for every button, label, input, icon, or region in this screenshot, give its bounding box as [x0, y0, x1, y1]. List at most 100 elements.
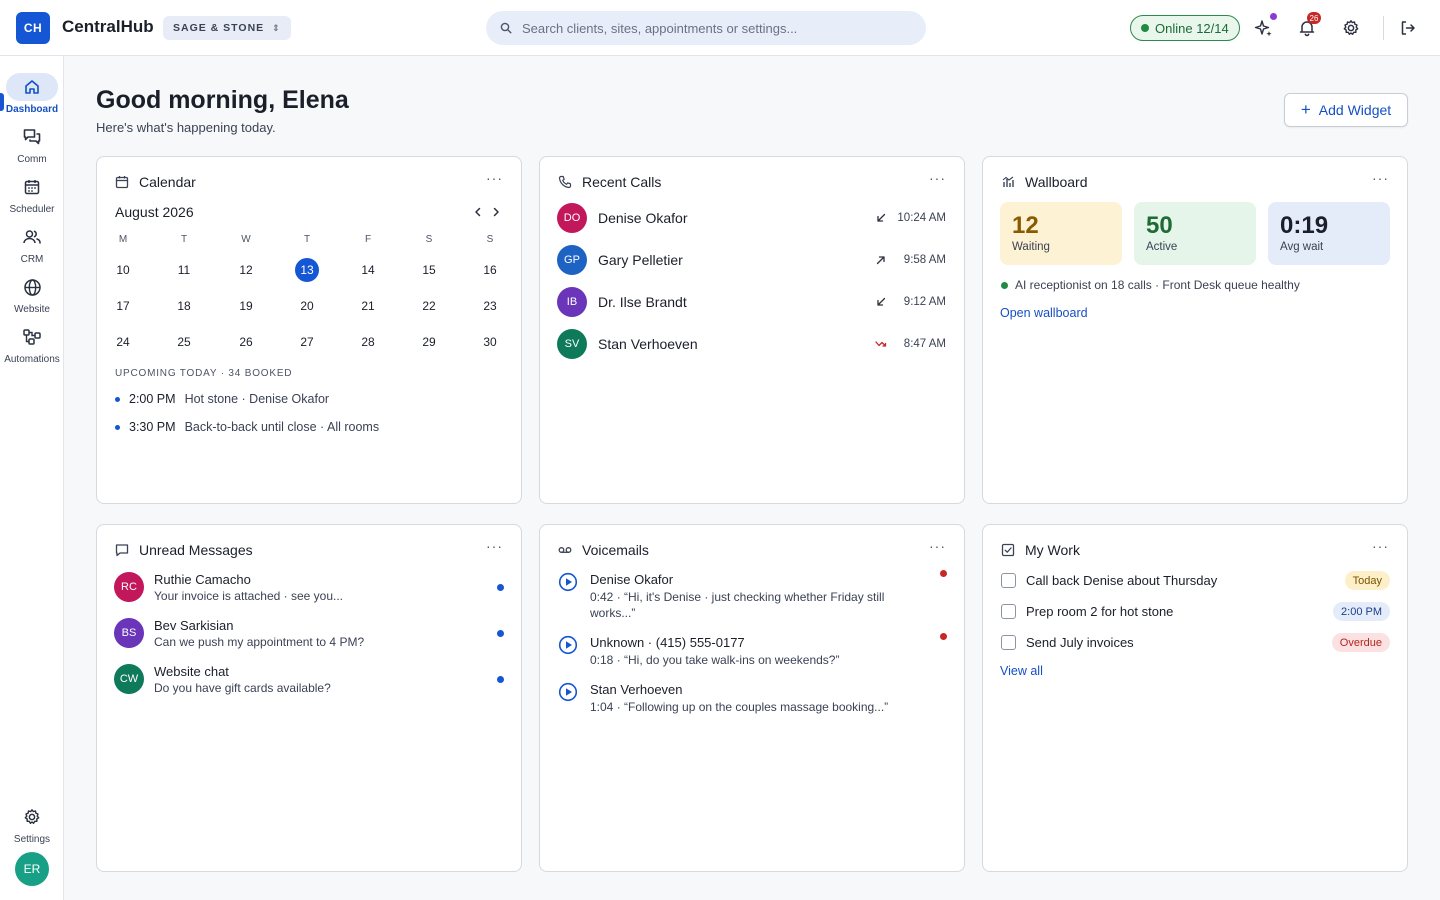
global-search[interactable] — [486, 11, 926, 45]
prev-month-button[interactable] — [469, 203, 487, 221]
more-options-icon[interactable]: ··· — [929, 539, 946, 553]
home-icon — [6, 73, 58, 101]
play-icon[interactable] — [558, 635, 578, 655]
plus-icon: + — [1300, 100, 1311, 119]
task-checkbox[interactable] — [1001, 635, 1016, 650]
appointment-time: 3:30 PM — [129, 420, 176, 434]
sidebar-item-dashboard[interactable]: Dashboard — [0, 73, 64, 119]
sidebar-item-scheduler[interactable]: Scheduler — [0, 173, 64, 219]
sidebar-item-settings[interactable]: Settings — [0, 803, 64, 849]
globe-icon — [6, 273, 58, 301]
gear-icon — [1343, 20, 1359, 35]
calendar-day[interactable]: 27 — [295, 330, 319, 354]
flow-icon — [6, 323, 58, 351]
incoming-call-icon — [874, 295, 888, 309]
appointment-item[interactable]: 2:00 PM Hot stone · Denise Okafor — [115, 392, 329, 406]
avatar: CW — [114, 664, 144, 694]
calendar-day[interactable]: 28 — [356, 330, 380, 354]
add-widget-button[interactable]: + Add Widget — [1284, 93, 1408, 127]
next-month-button[interactable] — [487, 203, 505, 221]
calendar-day[interactable]: 25 — [172, 330, 196, 354]
message-preview: Your invoice is attached · see you... — [154, 589, 343, 603]
task-due-badge: Today — [1344, 571, 1390, 590]
avatar: IB — [557, 287, 587, 317]
caller-name: Denise Okafor — [598, 210, 688, 226]
org-switcher[interactable]: SAGE & STONE ⇕ — [163, 16, 291, 40]
call-time: 10:24 AM — [897, 212, 946, 224]
more-options-icon[interactable]: ··· — [1372, 171, 1389, 185]
calendar-day[interactable]: 19 — [234, 294, 258, 318]
play-icon[interactable] — [558, 572, 578, 592]
task-checkbox[interactable] — [1001, 604, 1016, 619]
avatar: BS — [114, 618, 144, 648]
search-input[interactable] — [522, 20, 902, 36]
sidebar: Dashboard Comm Scheduler CRM Website Aut… — [0, 56, 64, 900]
voicemail-caller: Unknown · (415) 555-0177 — [590, 635, 745, 650]
settings-button[interactable] — [1339, 16, 1363, 40]
weekday-header: S — [486, 234, 494, 245]
calendar-day[interactable]: 18 — [172, 294, 196, 318]
caller-name: Stan Verhoeven — [598, 336, 698, 352]
page-subtitle: Here's what's happening today. — [96, 120, 276, 135]
calendar-day[interactable]: 22 — [417, 294, 441, 318]
calendar-day[interactable]: 14 — [356, 258, 380, 282]
calendar-day[interactable]: 29 — [417, 330, 441, 354]
notifications-button[interactable]: 26 — [1295, 12, 1321, 40]
agent-status-badge[interactable]: Online 12/14 — [1130, 15, 1240, 41]
play-icon[interactable] — [558, 682, 578, 702]
open-wallboard-link[interactable]: Open wallboard — [1000, 306, 1088, 320]
appointment-bullet — [115, 424, 120, 430]
appointment-item[interactable]: 3:30 PM Back-to-back until close · All r… — [115, 420, 379, 434]
voicemail-caller: Stan Verhoeven — [590, 682, 683, 697]
user-avatar[interactable]: ER — [15, 852, 49, 886]
calendar-day[interactable]: 23 — [478, 294, 502, 318]
sidebar-item-comm[interactable]: Comm — [0, 123, 64, 169]
missed-call-icon — [874, 337, 888, 351]
task-due-badge: 2:00 PM — [1333, 602, 1390, 621]
ai-indicator-dot — [1270, 13, 1277, 20]
people-icon — [6, 223, 58, 251]
calendar-day[interactable]: 17 — [111, 294, 135, 318]
more-options-icon[interactable]: ··· — [486, 539, 503, 553]
calendar-day[interactable]: 12 — [234, 258, 258, 282]
calendar-day[interactable]: 16 — [478, 258, 502, 282]
calendar-icon — [115, 176, 129, 189]
stat-label: Avg wait — [1280, 241, 1324, 253]
calendar-day-today[interactable]: 13 — [295, 258, 319, 282]
stat-avg-wait[interactable]: 0:19 Avg wait — [1268, 202, 1390, 265]
stat-active[interactable]: 50 Active — [1134, 202, 1256, 265]
sidebar-item-label: Comm — [17, 154, 47, 165]
sidebar-item-automations[interactable]: Automations — [0, 323, 64, 369]
voicemail-transcript: 1:04 · “Following up on the couples mass… — [590, 700, 889, 714]
org-name: SAGE & STONE — [173, 22, 265, 34]
ai-assistant-button[interactable] — [1252, 13, 1277, 40]
calendar-day[interactable]: 20 — [295, 294, 319, 318]
voicemail-icon — [558, 547, 572, 553]
calendar-day[interactable]: 15 — [417, 258, 441, 282]
calendar-day[interactable]: 24 — [111, 330, 135, 354]
voicemail-transcript: 0:42 · “Hi, it's Denise · just checking … — [590, 590, 885, 620]
calendar-day[interactable]: 21 — [356, 294, 380, 318]
view-all-link[interactable]: View all — [1000, 664, 1043, 678]
more-options-icon[interactable]: ··· — [929, 171, 946, 185]
sender-name: Bev Sarkisian — [154, 618, 234, 633]
calendar-day[interactable]: 11 — [172, 258, 196, 282]
caller-name: Gary Pelletier — [598, 252, 683, 268]
task-checkbox[interactable] — [1001, 573, 1016, 588]
calendar-day[interactable]: 30 — [478, 330, 502, 354]
calendar-day[interactable]: 26 — [234, 330, 258, 354]
stat-waiting[interactable]: 12 Waiting — [1000, 202, 1122, 265]
search-icon — [500, 22, 512, 34]
sidebar-item-website[interactable]: Website — [0, 273, 64, 319]
calendar-day[interactable]: 10 — [111, 258, 135, 282]
task-label: Send July invoices — [1026, 635, 1134, 650]
message-preview: Do you have gift cards available? — [154, 681, 331, 695]
voicemail-caller: Denise Okafor — [590, 572, 674, 587]
more-options-icon[interactable]: ··· — [1372, 539, 1389, 553]
weekday-header: T — [303, 234, 311, 245]
logout-button[interactable] — [1396, 16, 1420, 40]
more-options-icon[interactable]: ··· — [486, 171, 503, 185]
stat-value: 50 — [1146, 212, 1173, 239]
sidebar-item-crm[interactable]: CRM — [0, 223, 64, 269]
app-logo[interactable]: CH — [16, 12, 50, 44]
